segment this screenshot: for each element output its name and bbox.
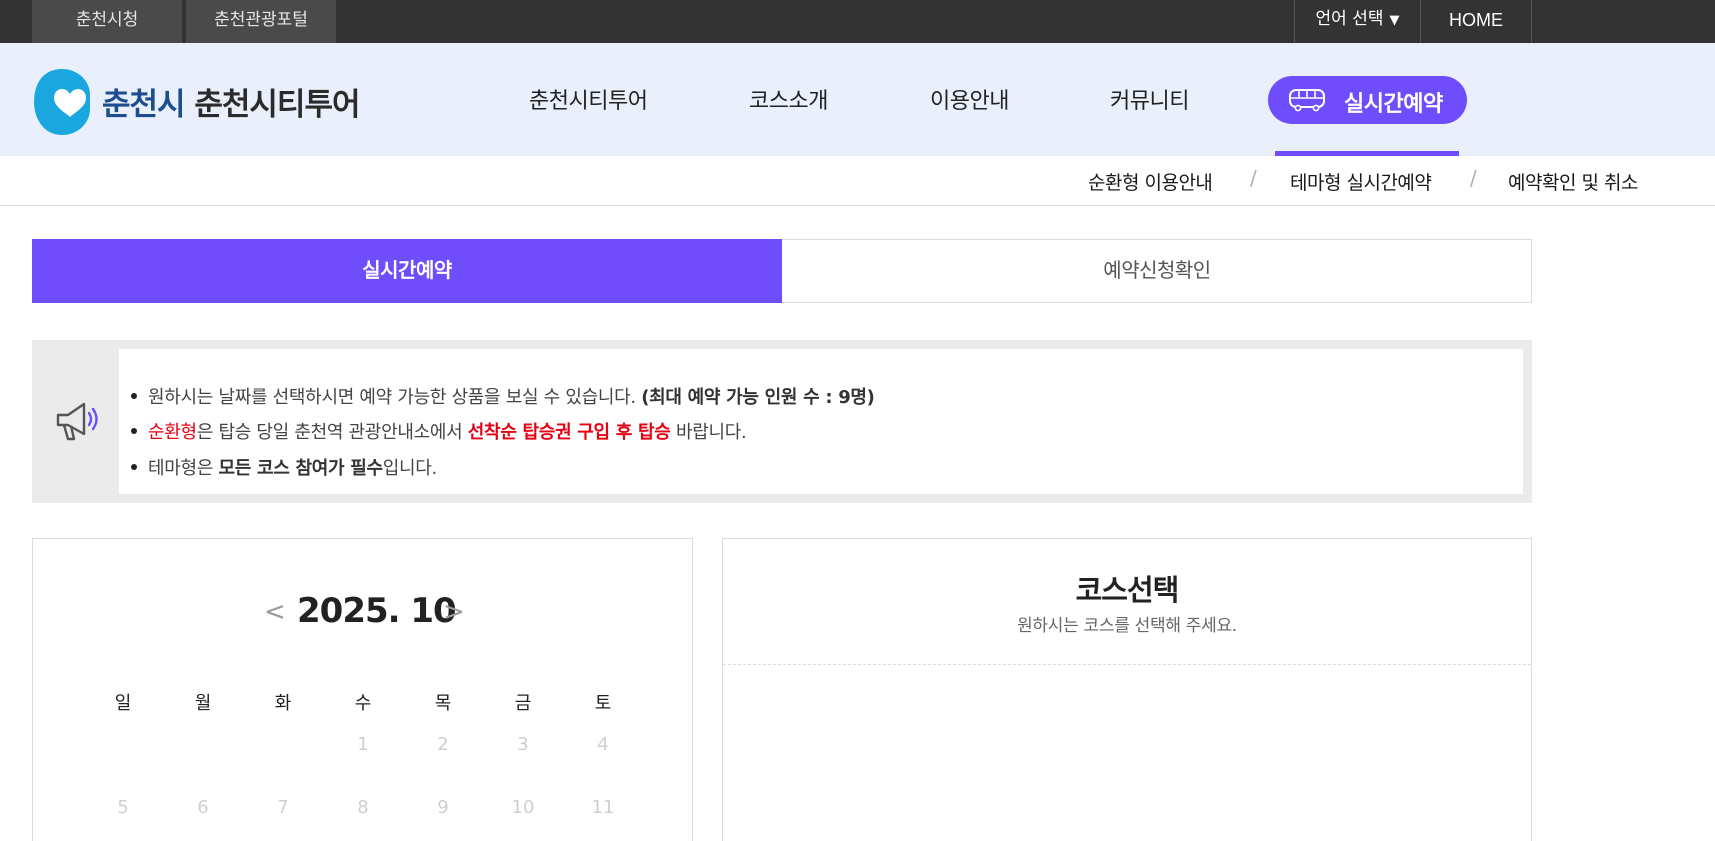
- notice-text: 테마형은: [148, 458, 219, 479]
- logo-service-name: 춘천시티투어: [194, 87, 360, 123]
- caret-down-icon: ▼: [1389, 13, 1400, 28]
- weekday-sun: 일: [114, 693, 132, 714]
- notice-item: 원하시는 날짜를 선택하시면 예약 가능한 상품을 보실 수 있습니다. (최대…: [131, 383, 875, 409]
- bullet-icon: [131, 393, 137, 399]
- tab-reservation-confirm[interactable]: 예약신청확인: [782, 239, 1532, 303]
- weekday-mon: 월: [194, 693, 212, 714]
- calendar-day: 1: [357, 734, 369, 755]
- realtime-reservation-button[interactable]: 실시간예약: [1268, 76, 1467, 124]
- nav-course-intro[interactable]: 코스소개: [749, 83, 828, 115]
- city-hall-link[interactable]: 춘천시청: [32, 0, 182, 43]
- notice-text: 은 탑승 당일 춘천역 관광안내소에서: [196, 422, 468, 443]
- calendar-day: 4: [597, 734, 609, 755]
- course-select-panel: 코스선택 원하시는 코스를 선택해 주세요.: [722, 538, 1532, 841]
- calendar-day: 8: [357, 797, 369, 818]
- subnav-separator: /: [1470, 166, 1477, 190]
- tourism-portal-link[interactable]: 춘천관광포털: [186, 0, 336, 43]
- calendar-day: 9: [437, 797, 449, 818]
- calendar-day: 10: [511, 797, 535, 818]
- notice-item: 테마형은 모든 코스 참여가 필수입니다.: [131, 454, 437, 480]
- calendar-month-title: 2025. 10: [297, 591, 457, 631]
- notice-text: 원하시는 날짜를 선택하시면 예약 가능한 상품을 보실 수 있습니다.: [148, 387, 642, 408]
- notice-max-people: (최대 예약 가능 인원 수 : 9명): [641, 387, 875, 408]
- subnav-separator: /: [1250, 166, 1257, 190]
- nav-usage-guide[interactable]: 이용안내: [930, 83, 1009, 115]
- weekday-thu: 목: [434, 693, 452, 714]
- weekday-tue: 화: [274, 693, 292, 714]
- course-select-title: 코스선택: [1075, 573, 1180, 607]
- subnav-circular-guide[interactable]: 순환형 이용안내: [1088, 168, 1213, 195]
- weekday-wed: 수: [354, 693, 372, 714]
- reservation-tabs: 실시간예약 예약신청확인: [32, 239, 1532, 303]
- notice-text: 바랍니다.: [670, 422, 747, 443]
- notice-circular-type: 순환형: [148, 422, 197, 443]
- prev-month-button[interactable]: <: [264, 597, 286, 627]
- nav-community[interactable]: 커뮤니티: [1110, 83, 1189, 115]
- bus-icon: [1289, 89, 1325, 112]
- home-link[interactable]: HOME: [1420, 0, 1532, 43]
- calendar-day: 5: [117, 797, 129, 818]
- reservation-button-label: 실시간예약: [1344, 92, 1443, 117]
- top-utility-bar: 춘천시청 춘천관광포털 언어 선택 ▼ HOME: [0, 0, 1715, 43]
- weekday-sat: 토: [594, 693, 612, 714]
- bullet-icon: [131, 464, 137, 470]
- notice-all-courses-required: 모든 코스 참여가 필수: [218, 458, 383, 479]
- next-month-button[interactable]: >: [443, 597, 465, 627]
- megaphone-icon: [56, 402, 98, 441]
- subnav-check-cancel[interactable]: 예약확인 및 취소: [1508, 168, 1638, 195]
- calendar-day: 11: [591, 797, 615, 818]
- logo-text: 춘천시 춘천시티투어: [102, 79, 360, 124]
- calendar-day: 6: [197, 797, 209, 818]
- sub-navigation: 순환형 이용안내 / 테마형 실시간예약 / 예약확인 및 취소: [0, 156, 1715, 206]
- notice-box: 원하시는 날짜를 선택하시면 예약 가능한 상품을 보실 수 있습니다. (최대…: [32, 340, 1532, 503]
- nav-chuncheon-city-tour[interactable]: 춘천시티투어: [529, 83, 648, 115]
- heart-logo-icon: [34, 69, 90, 135]
- weekday-fri: 금: [514, 693, 532, 714]
- course-select-subtitle: 원하시는 코스를 선택해 주세요.: [1017, 616, 1237, 636]
- calendar-day: 2: [437, 734, 449, 755]
- language-select[interactable]: 언어 선택 ▼: [1294, 0, 1420, 43]
- calendar-day: 3: [517, 734, 529, 755]
- site-logo[interactable]: 춘천시 춘천시티투어: [32, 67, 362, 137]
- tab-realtime-reservation[interactable]: 실시간예약: [32, 239, 782, 303]
- notice-content: 원하시는 날짜를 선택하시면 예약 가능한 상품을 보실 수 있습니다. (최대…: [119, 349, 1523, 494]
- course-divider: [723, 664, 1531, 665]
- subnav-theme-reservation[interactable]: 테마형 실시간예약: [1290, 168, 1432, 195]
- site-header: 춘천시 춘천시티투어 춘천시티투어 코스소개 이용안내 커뮤니티 실시간예약: [0, 43, 1715, 156]
- bullet-icon: [131, 428, 137, 434]
- logo-city-name: 춘천시: [102, 87, 186, 123]
- language-select-label: 언어 선택: [1315, 9, 1384, 29]
- calendar-panel: < 2025. 10 > 일 월 화 수 목 금 토 1 2 3 4 5 6 7…: [32, 538, 693, 841]
- notice-text: 입니다.: [382, 458, 438, 479]
- notice-first-come-ticket: 선착순 탑승권 구입 후 탑승: [467, 422, 671, 443]
- notice-item: 순환형은 탑승 당일 춘천역 관광안내소에서 선착순 탑승권 구입 후 탑승 바…: [131, 418, 747, 444]
- calendar-day: 7: [277, 797, 289, 818]
